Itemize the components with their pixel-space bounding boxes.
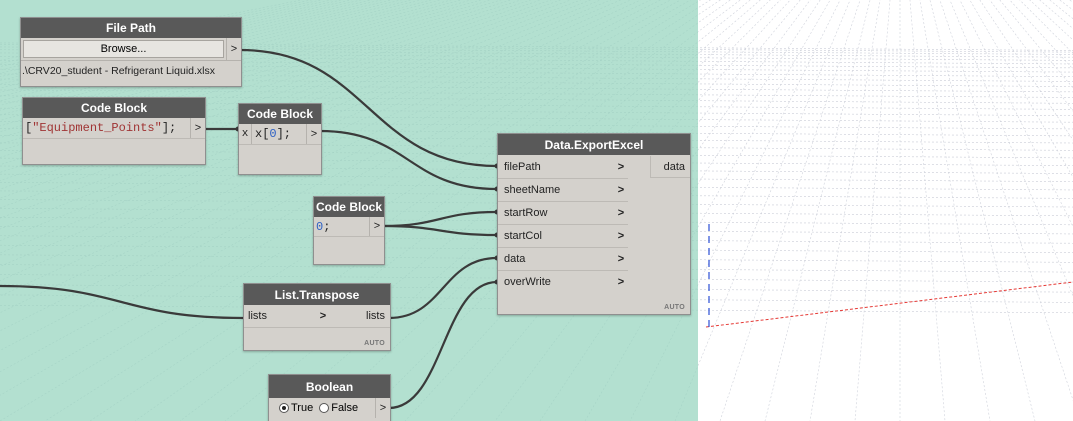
output-port-lists[interactable]: lists [330,305,390,328]
grid-line [764,0,871,421]
node-title: List.Transpose [244,284,390,305]
workspace-canvas[interactable]: File Path Browse... > .\CRV20_student - … [0,0,1073,421]
code-block-sheet-node[interactable]: Code Block ["Equipment_Points"]; > [22,97,206,165]
grid-line [809,0,881,421]
radio-true[interactable]: True [279,402,313,414]
file-path-node[interactable]: File Path Browse... > .\CRV20_student - … [20,17,242,87]
node-title: File Path [21,18,241,38]
code-block-index-node[interactable]: Code Block x x[0]; > [238,103,322,175]
lacing-label[interactable]: AUTO [364,340,385,347]
browse-button[interactable]: Browse... [23,40,224,58]
export-excel-node[interactable]: Data.ExportExcel filePath > sheetName > … [497,133,691,315]
boolean-node[interactable]: Boolean True False > [268,374,391,421]
input-port-startcol[interactable]: startCol > [498,225,628,248]
code-block-zero-node[interactable]: Code Block 0; > [313,196,385,265]
input-port-x[interactable]: x [239,124,252,144]
grid-line [854,0,891,421]
output-port[interactable]: > [306,124,321,144]
boolean-toggle[interactable]: True False [269,402,375,414]
grid-line [909,0,946,421]
code-editor[interactable]: x[0]; [252,127,306,141]
node-title: Data.ExportExcel [498,134,690,155]
x-axis-line [705,281,1073,328]
node-title: Code Block [239,104,321,124]
browse-button-label: Browse... [100,43,147,55]
code-editor[interactable]: ["Equipment_Points"]; [23,121,190,135]
grid-line [674,0,851,421]
node-title: Boolean [269,375,390,398]
code-string: "Equipment_Points" [32,121,162,135]
output-port[interactable]: > [190,118,205,138]
output-port-data[interactable]: data [650,156,690,178]
input-port-sheetname[interactable]: sheetName > [498,179,628,202]
radio-false-icon [319,403,330,414]
output-port[interactable]: > [226,38,241,60]
input-port-filepath[interactable]: filePath > [498,156,628,179]
radio-true-icon [279,403,289,414]
code-editor[interactable]: 0; [314,220,369,234]
grid-line [719,0,861,421]
input-port-startrow[interactable]: startRow > [498,202,628,225]
node-title: Code Block [23,98,205,118]
input-port-lists[interactable]: lists > [244,305,330,328]
output-port[interactable]: > [375,398,390,418]
input-port-overwrite[interactable]: overWrite > [498,271,628,293]
radio-false[interactable]: False [319,402,358,414]
lacing-label[interactable]: AUTO [664,304,685,311]
output-port[interactable]: > [369,217,384,236]
node-title: Code Block [314,197,384,217]
list-transpose-node[interactable]: List.Transpose lists > lists AUTO [243,283,391,351]
file-path-value: .\CRV20_student - Refrigerant Liquid.xls… [22,65,215,77]
input-port-data[interactable]: data > [498,248,628,271]
